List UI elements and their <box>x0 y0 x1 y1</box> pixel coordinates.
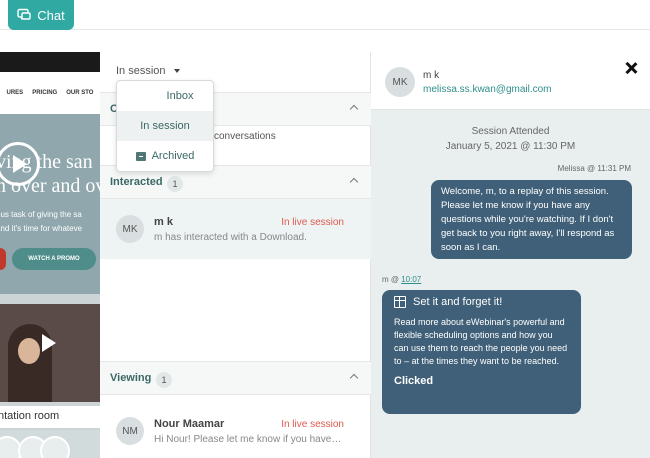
session-label: Session Attended <box>471 126 550 137</box>
dropdown-item-in-session[interactable]: In session <box>117 111 213 141</box>
card-header: Set it and forget it! <box>394 296 569 308</box>
close-icon[interactable] <box>624 61 638 75</box>
section-text: conversations <box>214 131 276 142</box>
top-bar: Chat <box>0 0 650 30</box>
card-status: Clicked <box>394 375 434 387</box>
spacer <box>0 30 650 52</box>
chat-tab-label: Chat <box>37 7 65 23</box>
site-nav: URES PRICING OUR STO <box>0 72 100 114</box>
presenter-face <box>18 338 40 364</box>
section-title: Viewing <box>110 372 152 384</box>
red-button <box>0 248 6 270</box>
count-badge: 1 <box>167 176 183 192</box>
contact-header: MK m k melissa.ss.kwan@gmail.com <box>371 52 650 110</box>
video-preview: URES PRICING OUR STO ving the san n over… <box>0 52 100 458</box>
section-header-viewing[interactable]: Viewing 1 <box>100 361 371 395</box>
section-title: Interacted <box>110 176 163 188</box>
card-body: Read more about eWebinar's powerful and … <box>394 317 568 366</box>
status-badge: In live session <box>281 419 344 430</box>
watch-promo-button: WATCH A PROMO <box>12 248 96 270</box>
timestamp-link[interactable]: 10:07 <box>401 275 421 284</box>
message-bubble-incoming: Set it and forget it! Read more about eW… <box>382 290 581 414</box>
conversation-preview: m has interacted with a Download. <box>154 232 307 243</box>
play-icon[interactable] <box>42 334 56 352</box>
caret-down-icon <box>173 69 180 73</box>
avatar: NM <box>116 417 144 445</box>
chat-icon <box>17 8 31 20</box>
gift-icon <box>394 296 406 308</box>
message-bubble-outgoing: Welcome, m, to a replay of this session.… <box>431 180 632 259</box>
session-filter-value: In session <box>116 65 166 77</box>
message-meta: Melissa @ 11:31 PM <box>557 164 631 173</box>
avatar: MK <box>385 67 415 97</box>
hero-subtext: ous task of giving the sa and it's time … <box>0 210 83 233</box>
archive-icon <box>135 151 146 161</box>
card-title: Set it and forget it! <box>413 296 503 308</box>
session-info: Session Attended January 5, 2021 @ 11:30… <box>371 124 650 154</box>
message-meta: m @ 10:07 <box>382 275 422 284</box>
chevron-up-icon[interactable] <box>349 177 359 187</box>
control-icon[interactable] <box>40 436 70 458</box>
conversation-preview: Hi Nour! Please let me know if you have … <box>154 434 342 445</box>
chevron-up-icon[interactable] <box>349 373 359 383</box>
chat-detail-panel: MK m k melissa.ss.kwan@gmail.com Session… <box>371 52 650 458</box>
video-top-bar <box>0 52 100 72</box>
site-nav-item: OUR STO <box>66 90 94 96</box>
status-badge: In live session <box>281 217 344 228</box>
session-filter-select[interactable]: In session <box>116 65 180 77</box>
contact-name: m k <box>423 70 440 81</box>
chat-tab[interactable]: Chat <box>8 0 74 30</box>
count-badge: 1 <box>156 372 172 388</box>
conversation-name: m k <box>154 216 173 228</box>
site-nav-item: PRICING <box>32 90 58 96</box>
chevron-up-icon[interactable] <box>349 104 359 114</box>
conversation-name: Nour Maamar <box>154 418 225 430</box>
dropdown-item-inbox[interactable]: Inbox <box>117 81 213 111</box>
room-caption: ntation room <box>0 406 100 428</box>
contact-email[interactable]: melissa.ss.kwan@gmail.com <box>423 84 552 95</box>
presenter-video <box>0 304 100 402</box>
conversation-item[interactable]: MK m k In live session m has interacted … <box>100 199 371 259</box>
dropdown-item-archived[interactable]: Archived <box>117 141 213 171</box>
avatar: MK <box>116 215 144 243</box>
site-nav-item: URES <box>6 90 24 96</box>
conversation-item[interactable]: NM Nour Maamar In live session Hi Nour! … <box>100 401 371 458</box>
session-date: January 5, 2021 @ 11:30 PM <box>445 141 576 152</box>
session-filter-dropdown: Inbox In session Archived <box>116 80 214 172</box>
